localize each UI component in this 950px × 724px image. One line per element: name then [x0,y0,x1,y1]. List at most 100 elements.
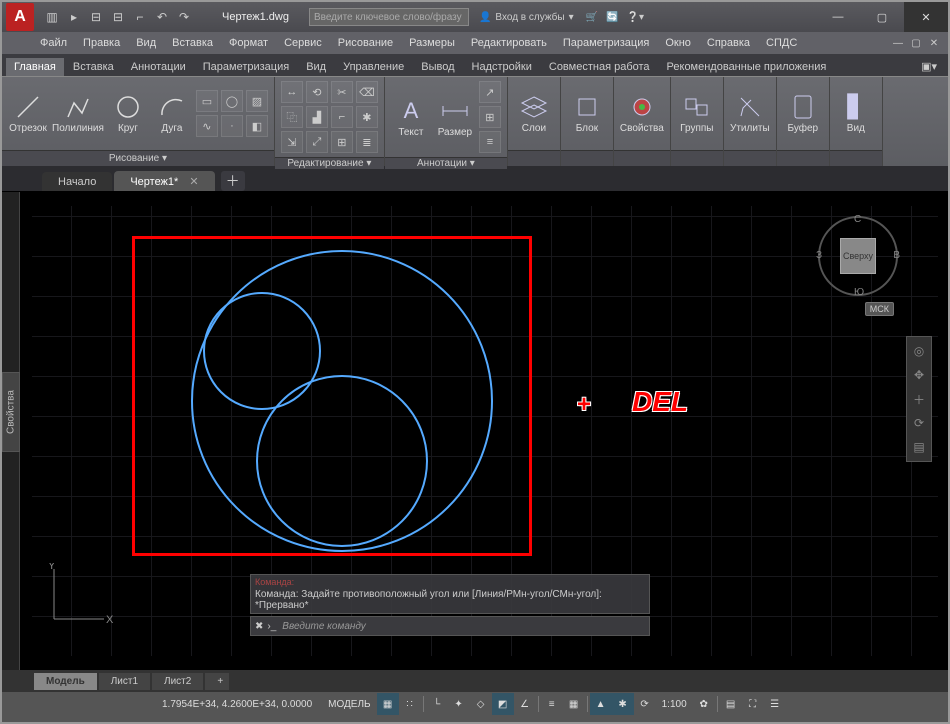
menu-file[interactable]: Файл [32,35,75,51]
doctab-start[interactable]: Начало [42,172,112,191]
snap-toggle[interactable]: ∷ [399,693,421,715]
tab-manage[interactable]: Управление [335,58,412,76]
scale-button[interactable]: ⤢ [306,131,328,153]
menu-format[interactable]: Формат [221,35,276,51]
layout-model[interactable]: Модель [34,673,97,690]
close-icon[interactable]: ✕ [189,176,198,188]
grid-toggle[interactable]: ▦ [377,693,399,715]
rect-button[interactable]: ▭ [196,90,218,112]
annovis-icon[interactable]: ✱ [612,693,634,715]
annoscale-icon[interactable]: ▲ [590,693,612,715]
viewcube[interactable]: Сверху С Ю З В [818,216,898,296]
tab-collab[interactable]: Совместная работа [541,58,658,76]
tab-home[interactable]: Главная [6,58,64,76]
scale-button[interactable]: 1:100 [656,693,693,715]
maximize-button[interactable]: ▢ [860,2,904,32]
util-button[interactable]: Утилиты [730,93,770,134]
qat-new-icon[interactable]: ▥ [44,9,60,25]
explode-button[interactable]: ✱ [356,106,378,128]
osnap-toggle[interactable]: ◩ [492,693,514,715]
mdi-restore-button[interactable]: ▢ [908,35,924,51]
menu-tools[interactable]: Сервис [276,35,330,51]
mtext-button[interactable]: ≡ [479,131,501,153]
tab-insert[interactable]: Вставка [65,58,122,76]
fullscreen-icon[interactable]: ⛶ [742,693,764,715]
menu-draw[interactable]: Рисование [330,35,401,51]
menu-window[interactable]: Окно [657,35,699,51]
model-space-button[interactable]: МОДЕЛЬ [322,693,376,715]
line-button[interactable]: Отрезок [8,93,48,134]
menu-view[interactable]: Вид [128,35,164,51]
qat-open-icon[interactable]: ▸ [66,9,82,25]
showmotion-icon[interactable]: ▤ [909,437,929,457]
doctab-add-button[interactable]: ＋ [221,171,245,191]
text-button[interactable]: AТекст [391,97,431,138]
clip-button[interactable]: Буфер [783,93,823,134]
command-line[interactable]: ✖›_ Введите команду [250,616,650,636]
help-icon[interactable]: ❔▾ [627,12,644,23]
layout-sheet1[interactable]: Лист1 [99,673,150,690]
trim-button[interactable]: ✂ [331,81,353,103]
doctab-drawing1[interactable]: Чертеж1* ✕ [114,171,214,191]
mdi-min-button[interactable]: — [890,35,906,51]
annoauto-icon[interactable]: ⟳ [634,693,656,715]
cart-icon[interactable]: 🛒 [586,12,598,23]
groups-button[interactable]: Группы [677,93,717,134]
table-button[interactable]: ⊞ [479,106,501,128]
qat-save-icon[interactable]: ⊟ [88,9,104,25]
menu-insert[interactable]: Вставка [164,35,221,51]
offset-button[interactable]: ≣ [356,131,378,153]
circle-button[interactable]: Круг [108,93,148,134]
ortho-toggle[interactable]: └ [426,693,448,715]
qat-redo-icon[interactable]: ↷ [176,9,192,25]
ribbon-expand-icon[interactable]: ▣▾ [913,57,947,76]
polyline-button[interactable]: Полилиния [52,93,104,134]
hatch-button[interactable]: ▨ [246,90,268,112]
block-button[interactable]: Блок [567,93,607,134]
props-button[interactable]: Свойства [620,93,664,134]
trans-toggle[interactable]: ▦ [563,693,585,715]
array-button[interactable]: ⊞ [331,131,353,153]
stretch-button[interactable]: ⇲ [281,131,303,153]
gear-icon[interactable]: ✿ [693,693,715,715]
cmd-customize-icon[interactable]: ✖ [255,621,263,632]
spline-button[interactable]: ∿ [196,115,218,137]
menu-help[interactable]: Справка [699,35,758,51]
ellipse-button[interactable]: ◯ [221,90,243,112]
menu-edit[interactable]: Правка [75,35,128,51]
panel-title[interactable]: Рисование ▾ [2,150,274,166]
fillet-button[interactable]: ⌐ [331,106,353,128]
tab-param[interactable]: Параметризация [195,58,297,76]
leader-button[interactable]: ↗ [479,81,501,103]
exchange-icon[interactable]: 🔄 [606,12,618,23]
minimize-button[interactable]: — [816,2,860,32]
properties-palette-tab[interactable]: Свойства [2,372,20,452]
drawing-canvas[interactable]: + DEL XY Сверху С Ю З В МСК ◎ ✥ ＋ ⟳ ▤ [32,206,938,656]
search-input[interactable]: Введите ключевое слово/фразу [309,8,469,26]
app-logo[interactable]: A [6,3,34,31]
copy-button[interactable]: ⿻ [281,106,303,128]
qat-undo-icon[interactable]: ↶ [154,9,170,25]
tab-addins[interactable]: Надстройки [464,58,540,76]
customize-status-icon[interactable]: ☰ [764,693,786,715]
orbit-icon[interactable]: ⟳ [909,413,929,433]
pan-icon[interactable]: ✥ [909,365,929,385]
iso-toggle[interactable]: ◇ [470,693,492,715]
ws-icon[interactable]: ▤ [720,693,742,715]
layers-button[interactable]: Слои [514,93,554,134]
menu-param[interactable]: Параметризация [555,35,657,51]
track-toggle[interactable]: ∠ [514,693,536,715]
erase-button[interactable]: ⌫ [356,81,378,103]
point-button[interactable]: · [221,115,243,137]
menu-spds[interactable]: СПДС [758,35,805,51]
mdi-close-button[interactable]: ✕ [926,35,942,51]
polar-toggle[interactable]: ✦ [448,693,470,715]
viewcube-top[interactable]: Сверху [840,238,876,274]
layout-sheet2[interactable]: Лист2 [152,673,203,690]
qat-saveas-icon[interactable]: ⊟ [110,9,126,25]
qat-plot-icon[interactable]: ⌐ [132,9,148,25]
rotate-button[interactable]: ⟲ [306,81,328,103]
tab-output[interactable]: Вывод [413,58,462,76]
region-button[interactable]: ◧ [246,115,268,137]
close-button[interactable]: ✕ [904,2,948,32]
